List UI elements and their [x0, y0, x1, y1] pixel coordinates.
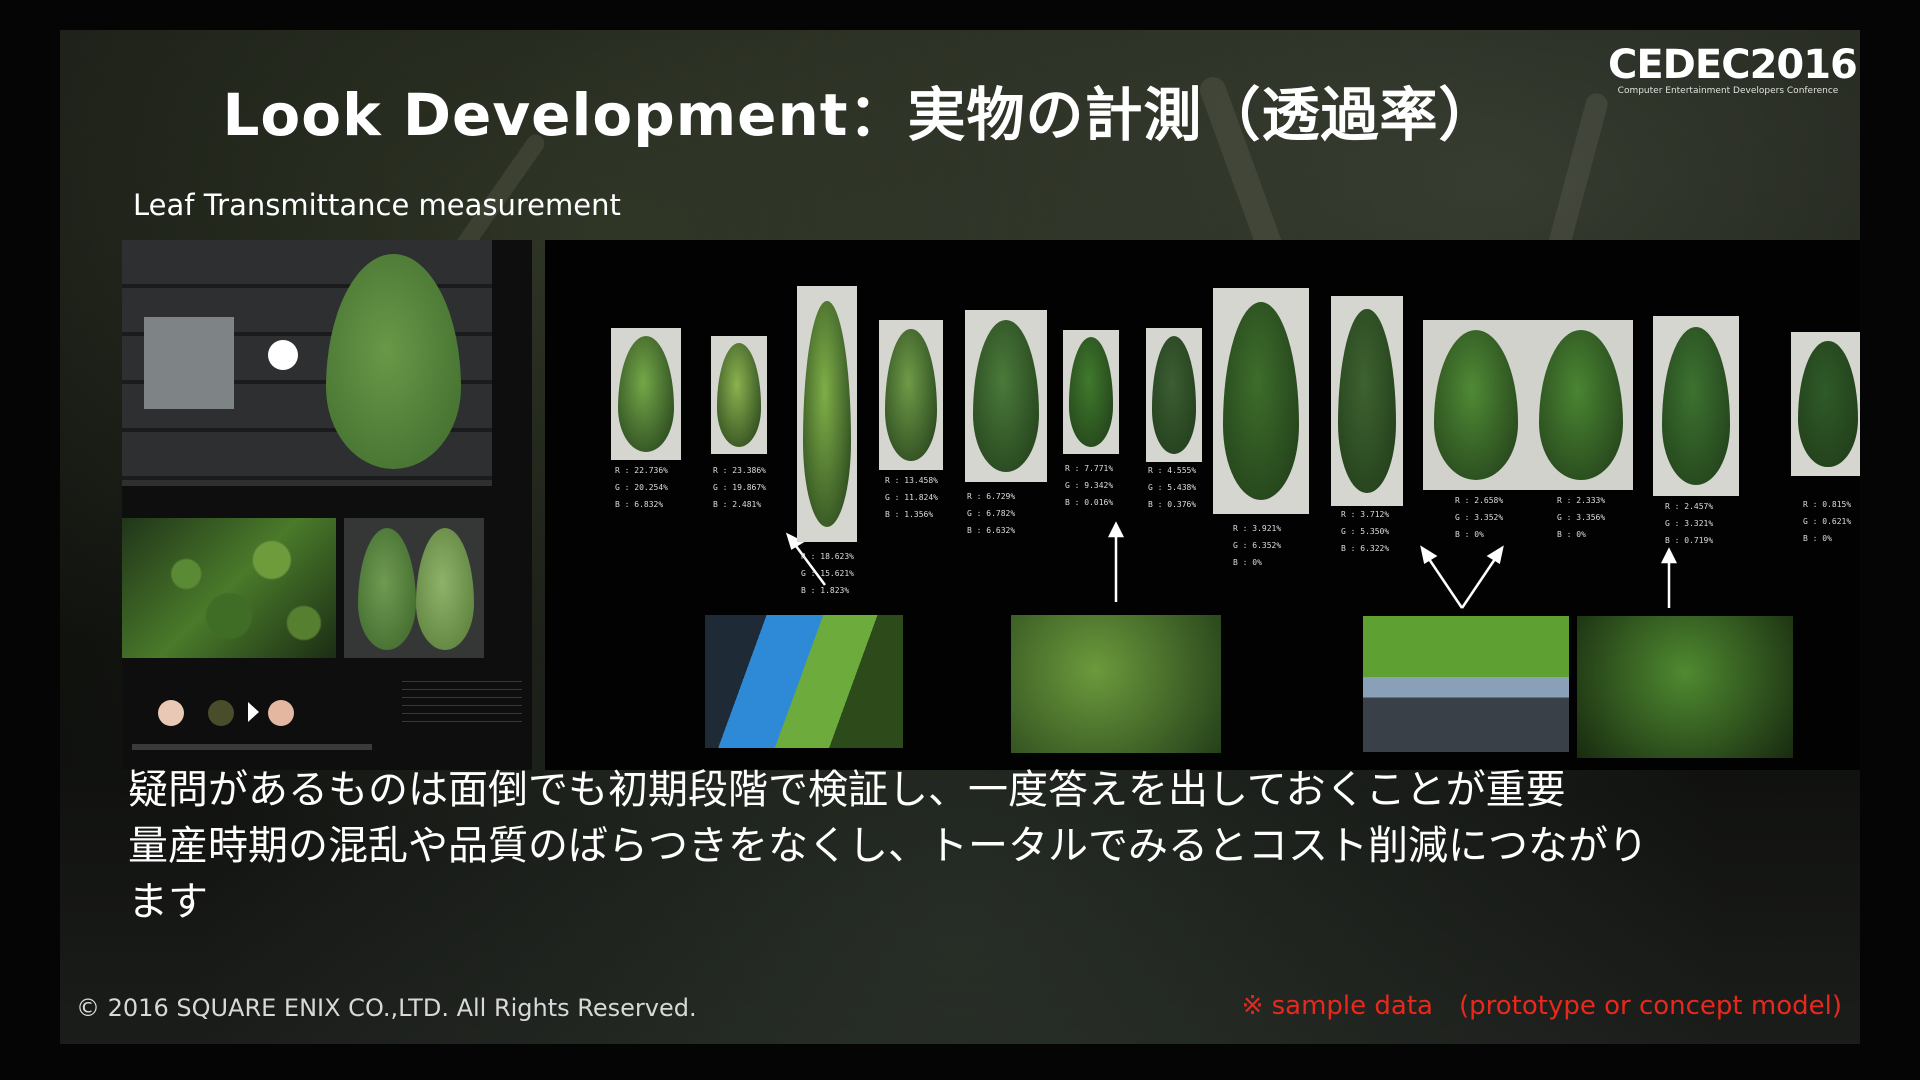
leaf-image	[1068, 337, 1114, 447]
color-swatch	[208, 700, 234, 726]
logo-subtext: Computer Entertainment Developers Confer…	[1617, 86, 1839, 96]
body-text: 疑問があるものは面倒でも初期段階で検証し、一度答えを出しておくことが重要 量産時…	[128, 762, 1860, 930]
cedec-logo: CEDEC2016 Computer Entertainment Develop…	[1608, 42, 1858, 96]
transmittance-label: R : 18.623% G : 15.621% B : 1.823%	[801, 552, 854, 595]
leaf-sample-card	[965, 310, 1047, 482]
reference-photo	[1011, 615, 1221, 753]
leaf-image	[1338, 308, 1396, 494]
leaf-sample-card	[1791, 332, 1860, 476]
slide-subtitle: Leaf Transmittance measurement	[133, 188, 621, 222]
transmittance-label: R : 22.736% G : 20.254% B : 6.832%	[615, 466, 668, 509]
leaf-image	[716, 343, 762, 447]
body-line: 量産時期の混乱や品質のばらつきをなくし、トータルでみるとコスト削減につながり	[128, 823, 1648, 869]
leaf-sample-card	[1146, 328, 1202, 462]
leaf-image	[885, 329, 937, 461]
transmittance-label: R : 2.658% G : 3.352% B : 0%	[1455, 496, 1504, 539]
fine-print-block	[402, 674, 522, 724]
transmittance-label: R : 2.457% G : 3.321% B : 0.719%	[1665, 502, 1714, 545]
leaf-sample-card	[797, 286, 857, 542]
grey-card	[144, 317, 234, 409]
leaf-image	[1798, 340, 1858, 468]
leaf-image	[416, 528, 474, 650]
leaf-sample-card	[879, 320, 943, 470]
leaf-sample-card	[1529, 320, 1633, 490]
copyright-text: © 2016 SQUARE ENIX CO.,LTD. All Rights R…	[76, 994, 697, 1022]
leaf-image	[358, 528, 416, 650]
leaf-image	[618, 335, 674, 453]
transmittance-label: R : 7.771% G : 9.342% B : 0.016%	[1065, 464, 1114, 507]
leaf-image	[1433, 330, 1519, 480]
color-swatch	[268, 700, 294, 726]
color-swatch	[158, 700, 184, 726]
white-reference-dot	[268, 340, 298, 370]
leaf-image	[973, 320, 1039, 472]
leaf-sample-card	[711, 336, 767, 454]
leaf-image	[1661, 326, 1731, 486]
fine-print-line	[132, 744, 372, 750]
leaf-sample-card	[1423, 320, 1529, 490]
transmittance-label: R : 3.921% G : 6.352% B : 0%	[1233, 524, 1282, 567]
measurement-board-photo	[122, 240, 492, 486]
leaf-image	[1222, 301, 1300, 501]
transmittance-label: R : 6.729% G : 6.782% B : 6.632%	[967, 492, 1016, 535]
sample-data-note: ※ sample data (prototype or concept mode…	[1241, 991, 1842, 1021]
leaf-image	[1151, 336, 1197, 454]
body-line: ます	[128, 879, 208, 925]
leaf-image	[803, 301, 851, 527]
canopy-photo	[122, 518, 336, 658]
transmittance-label: R : 2.333% G : 3.356% B : 0%	[1557, 496, 1606, 539]
transmittance-label: R : 23.386% G : 19.867% B : 2.481%	[713, 466, 766, 509]
body-line: 疑問があるものは面倒でも初期段階で検証し、一度答えを出しておくことが重要	[128, 767, 1566, 813]
transmittance-label: R : 13.458% G : 11.824% B : 1.356%	[885, 476, 938, 519]
leaf-sample-card	[1063, 330, 1119, 454]
reference-photo	[1363, 616, 1569, 752]
reference-photo	[705, 615, 903, 748]
color-swatch-area	[122, 664, 532, 770]
transmittance-label: R : 3.712% G : 5.350% B : 6.322%	[1341, 510, 1390, 553]
transmittance-label: R : 4.555% G : 5.438% B : 0.376%	[1148, 466, 1197, 509]
slide: Look Development：実物の計測（透過率） CEDEC2016 Co…	[60, 30, 1860, 1044]
arrow-right-icon	[248, 702, 259, 722]
leaf-sample-card	[1213, 288, 1309, 514]
transmittance-label: R : 0.815% G : 0.621% B : 0%	[1803, 500, 1852, 543]
logo-text: CEDEC2016	[1608, 42, 1858, 88]
two-leaves-photo	[344, 518, 484, 658]
transmittance-samples-panel: R : 22.736% G : 20.254% B : 6.832% R : 23…	[545, 240, 1860, 770]
leaf-sample-card	[1331, 296, 1403, 506]
leaf-sample-card	[611, 328, 681, 460]
setup-photos-panel	[122, 240, 532, 770]
leaf-image	[1539, 330, 1623, 480]
reference-photo	[1577, 616, 1793, 758]
leaf-sample-card	[1653, 316, 1739, 496]
sample-leaf-photo	[326, 254, 461, 469]
slide-title: Look Development：実物の計測（透過率）	[222, 81, 1498, 149]
